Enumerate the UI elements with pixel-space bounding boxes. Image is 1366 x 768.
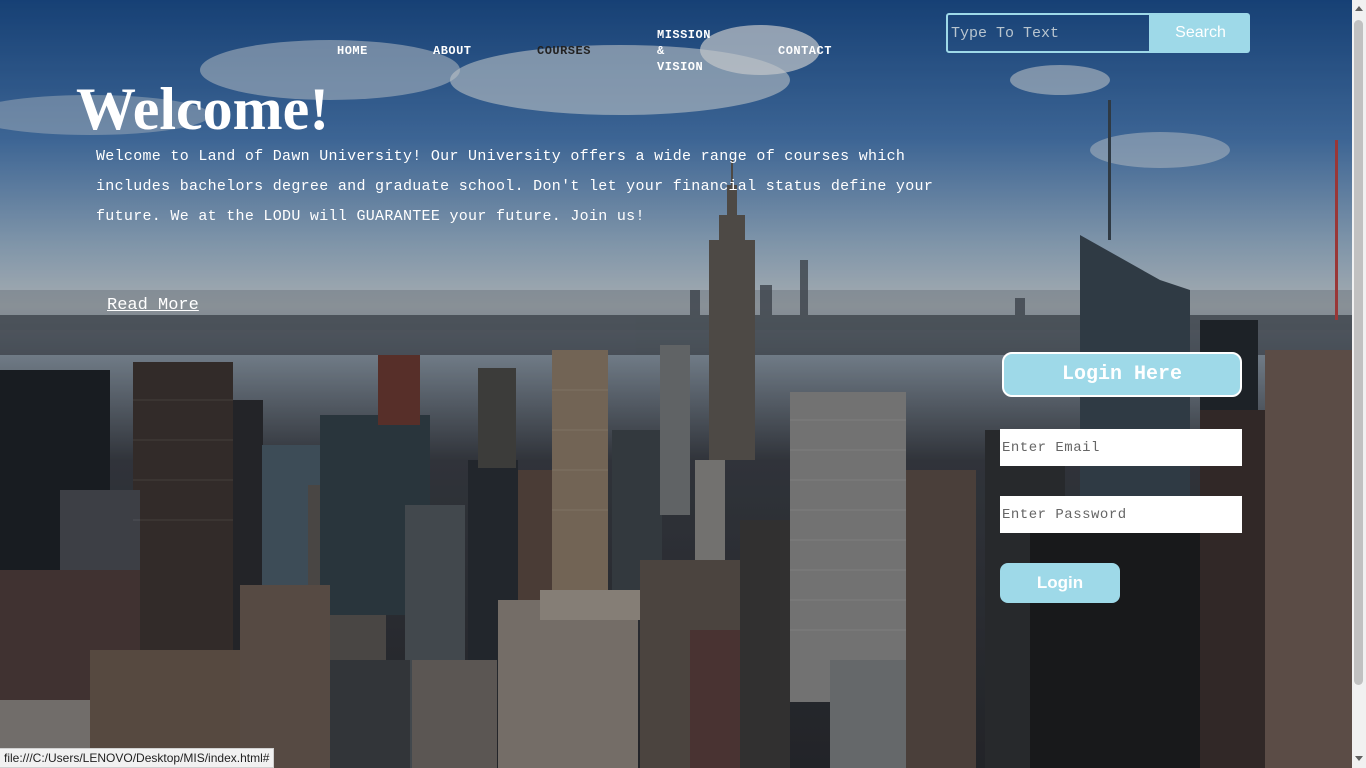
password-field[interactable] xyxy=(1000,496,1242,533)
status-bar-url: file:///C:/Users/LENOVO/Desktop/MIS/inde… xyxy=(0,748,275,768)
scrollbar-thumb[interactable] xyxy=(1354,20,1363,685)
hero-description: Welcome to Land of Dawn University! Our … xyxy=(96,148,934,225)
search-input[interactable] xyxy=(946,13,1151,53)
vertical-scrollbar[interactable] xyxy=(1352,0,1366,768)
nav-mission-line1: MISSION xyxy=(657,28,711,42)
page-title: Welcome! xyxy=(76,76,330,142)
login-heading: Login Here xyxy=(1002,352,1242,397)
search-form: Search xyxy=(946,13,1250,53)
nav-link-mission-vision[interactable]: MISSION & VISION xyxy=(657,27,727,75)
nav-link-contact[interactable]: CONTACT xyxy=(778,43,832,59)
email-field[interactable] xyxy=(1000,429,1242,466)
read-more-link[interactable]: Read More xyxy=(107,296,199,315)
login-button[interactable]: Login xyxy=(1000,563,1120,603)
nav-link-courses[interactable]: COURSES xyxy=(537,43,591,59)
scroll-up-arrow-icon[interactable] xyxy=(1355,6,1363,11)
scroll-down-arrow-icon[interactable] xyxy=(1355,756,1363,761)
search-button[interactable]: Search xyxy=(1151,13,1250,53)
nav-mission-line3: VISION xyxy=(657,60,704,74)
nav-link-about[interactable]: ABOUT xyxy=(433,43,472,59)
nav-link-home[interactable]: HOME xyxy=(337,43,368,59)
nav-mission-line2: & xyxy=(657,44,665,58)
